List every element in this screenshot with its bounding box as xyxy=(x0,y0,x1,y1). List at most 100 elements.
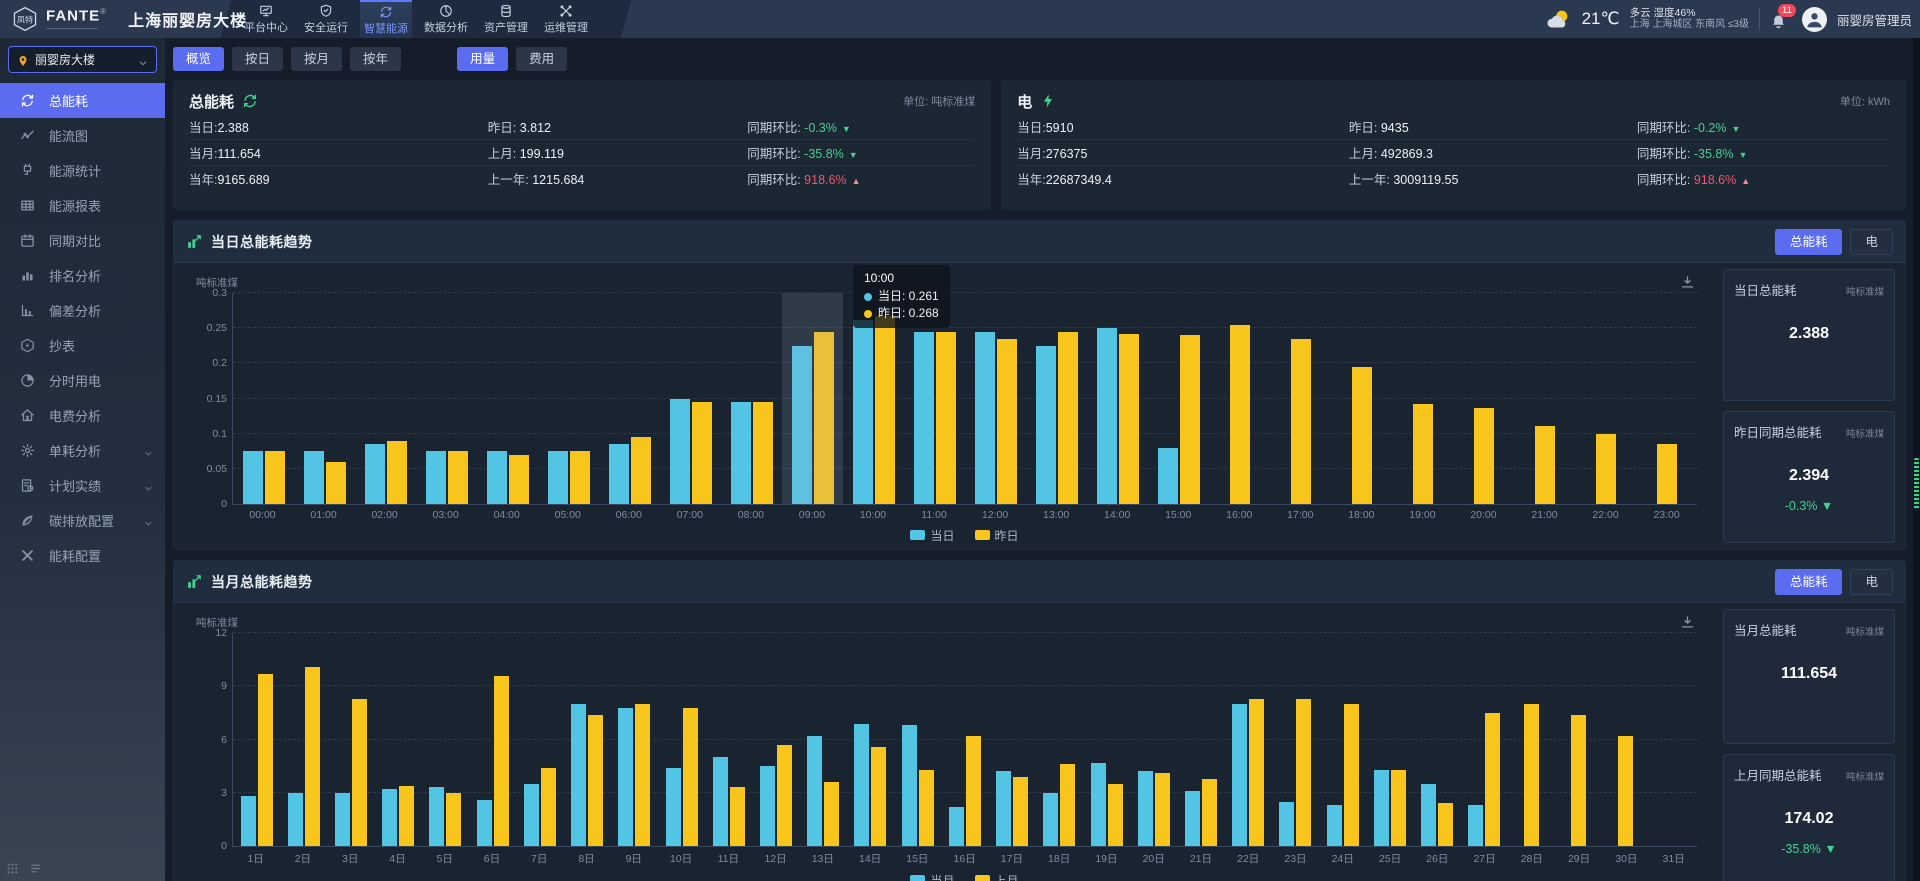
bar-当日 xyxy=(365,444,385,504)
bar-当月 xyxy=(382,789,397,846)
bar-group xyxy=(721,293,782,504)
sidebar-item-electricity-fee[interactable]: 电费分析 xyxy=(0,398,165,433)
notifications-button[interactable]: 11 xyxy=(1770,7,1792,31)
yoy-value: -0.3% xyxy=(804,121,837,135)
logo-tagline-rule xyxy=(46,28,98,31)
chart-toggle-button[interactable]: 总能耗 xyxy=(1775,569,1843,595)
bar-昨日 xyxy=(1291,339,1311,504)
tab-by-month[interactable]: 按月 xyxy=(291,47,342,71)
y-tick-label: 0.15 xyxy=(189,393,227,405)
chart-toggle-button[interactable]: 电 xyxy=(1850,569,1893,595)
sidebar-item-meter-reading[interactable]: 抄表 xyxy=(0,328,165,363)
x-tick-label: 17日 xyxy=(988,851,1035,866)
bar-group xyxy=(422,633,469,846)
summary-title: 当月总能耗 xyxy=(1734,620,1797,639)
chart-toggle-button[interactable]: 电 xyxy=(1850,229,1893,255)
bar-group xyxy=(375,633,422,846)
x-tick-label: 3日 xyxy=(327,851,374,866)
sidebar-item-ranking-analysis[interactable]: 排名分析 xyxy=(0,258,165,293)
yoy-value: 918.6% xyxy=(804,173,846,187)
nav-item-smart-energy[interactable]: 智慧能源 xyxy=(360,0,412,38)
bar-当月 xyxy=(1091,763,1106,846)
nav-item-asset-management[interactable]: 资产管理 xyxy=(480,0,532,38)
x-tick-label: 21日 xyxy=(1177,851,1224,866)
username[interactable]: 丽婴房管理员 xyxy=(1837,10,1912,29)
bar-group xyxy=(477,293,538,504)
chart-plot[interactable]: 036912 xyxy=(232,633,1697,847)
stat-card-header: 电单位: kWh xyxy=(1017,89,1890,113)
sidebar-item-energy-report[interactable]: 能源报表 xyxy=(0,188,165,223)
tab-by-year[interactable]: 按年 xyxy=(350,47,401,71)
user-avatar[interactable] xyxy=(1802,7,1827,32)
sidebar-item-plan-actual[interactable]: 计划实绩 xyxy=(0,468,165,503)
bar-group xyxy=(516,633,563,846)
bar-当月 xyxy=(1374,770,1389,846)
legend-item-当月[interactable]: 当月 xyxy=(910,872,954,881)
bar-上月 xyxy=(1485,713,1500,846)
bar-group xyxy=(1366,633,1413,846)
stat-cell-previous: 上月: 492869.3 xyxy=(1349,143,1637,162)
legend-item-昨日[interactable]: 昨日 xyxy=(975,527,1019,543)
section-monthly-trend: 当月总能耗趋势总能耗电吨标准煤0369121日2日3日4日5日6日7日8日9日1… xyxy=(173,560,1906,881)
stat-card-title: 总能耗 xyxy=(189,91,234,112)
list-icon[interactable] xyxy=(29,862,42,875)
tab-cost[interactable]: 费用 xyxy=(516,47,567,71)
stat-cell-yoy: 同期环比: 918.6%▲ xyxy=(747,169,975,188)
legend-item-当日[interactable]: 当日 xyxy=(910,527,954,543)
chart-plot[interactable]: 00.050.10.150.20.250.310:00当日: 0.261昨日: … xyxy=(232,293,1697,505)
bar-昨日 xyxy=(1180,335,1200,504)
sidebar-item-deviation-analysis[interactable]: 偏差分析 xyxy=(0,293,165,328)
sidebar-item-label: 分时用电 xyxy=(49,371,101,390)
legend-item-上月[interactable]: 上月 xyxy=(975,872,1019,881)
chart-legend: 当日 昨日 xyxy=(232,527,1697,543)
nav-item-platform-center[interactable]: 平台中心 xyxy=(240,0,292,38)
stat-card-row: 当年:9165.689上一年: 1215.684同期环比: 918.6%▲ xyxy=(189,165,975,191)
section-body: 吨标准煤0369121日2日3日4日5日6日7日8日9日10日11日12日13日… xyxy=(174,603,1905,881)
x-tick-label: 30日 xyxy=(1603,851,1650,866)
bar-上月 xyxy=(1344,704,1359,846)
tab-usage[interactable]: 用量 xyxy=(457,47,508,71)
sidebar-item-tou-power[interactable]: 分时用电 xyxy=(0,363,165,398)
nav-item-ops-management[interactable]: 运维管理 xyxy=(540,0,592,38)
sidebar-item-period-compare[interactable]: 同期对比 xyxy=(0,223,165,258)
bar-当月 xyxy=(902,725,917,846)
sidebar-item-energy-stats[interactable]: 能源统计 xyxy=(0,153,165,188)
bar-当月 xyxy=(1468,805,1483,846)
bar-上月 xyxy=(1391,770,1406,846)
nav-item-data-analysis[interactable]: 数据分析 xyxy=(420,0,472,38)
tab-overview[interactable]: 概览 xyxy=(173,47,224,71)
sidebar-item-total-energy[interactable]: 总能耗 xyxy=(0,83,165,118)
stat-cell-previous: 昨日: 9435 xyxy=(1349,117,1637,136)
clock-pie-icon xyxy=(20,373,35,388)
tab-by-day[interactable]: 按日 xyxy=(232,47,283,71)
bar-group xyxy=(843,293,904,504)
location-pin-icon xyxy=(17,54,29,66)
bar-昨日 xyxy=(1535,426,1555,504)
house-icon xyxy=(20,408,35,423)
nav-item-safe-operation[interactable]: 安全运行 xyxy=(300,0,352,38)
summary-value: 2.388 xyxy=(1734,325,1884,343)
bar-当日 xyxy=(975,332,995,504)
section-header: 当日总能耗趋势总能耗电 xyxy=(174,221,1905,263)
scrollbar-thumb[interactable] xyxy=(1914,458,1919,510)
yoy-value: -35.8% xyxy=(804,147,844,161)
logo-wordmark: FANTE® xyxy=(46,7,106,30)
bar-上月 xyxy=(1296,699,1311,846)
chart-toggle-button[interactable]: 总能耗 xyxy=(1775,229,1843,255)
yoy-value: -0.2% xyxy=(1694,121,1727,135)
stat-cell-yoy: 同期环比: -35.8%▼ xyxy=(1637,143,1890,162)
bar-上月 xyxy=(919,770,934,846)
building-selector[interactable]: 丽婴房大楼 xyxy=(8,46,157,73)
bar-group xyxy=(1413,633,1460,846)
x-tick-label: 8日 xyxy=(563,851,610,866)
sidebar-item-energy-config[interactable]: 能耗配置 xyxy=(0,538,165,573)
bar-当日 xyxy=(1158,448,1178,504)
sidebar-item-energy-flow[interactable]: 能流图 xyxy=(0,118,165,153)
grid-dots-icon[interactable] xyxy=(6,862,19,875)
y-tick-label: 6 xyxy=(189,734,227,746)
sidebar-item-unit-consumption[interactable]: 单耗分析 xyxy=(0,433,165,468)
bar-当日 xyxy=(304,451,324,504)
bar-当日 xyxy=(426,451,446,504)
sidebar-item-label: 总能耗 xyxy=(49,91,88,110)
sidebar-item-carbon-config[interactable]: 碳排放配置 xyxy=(0,503,165,538)
